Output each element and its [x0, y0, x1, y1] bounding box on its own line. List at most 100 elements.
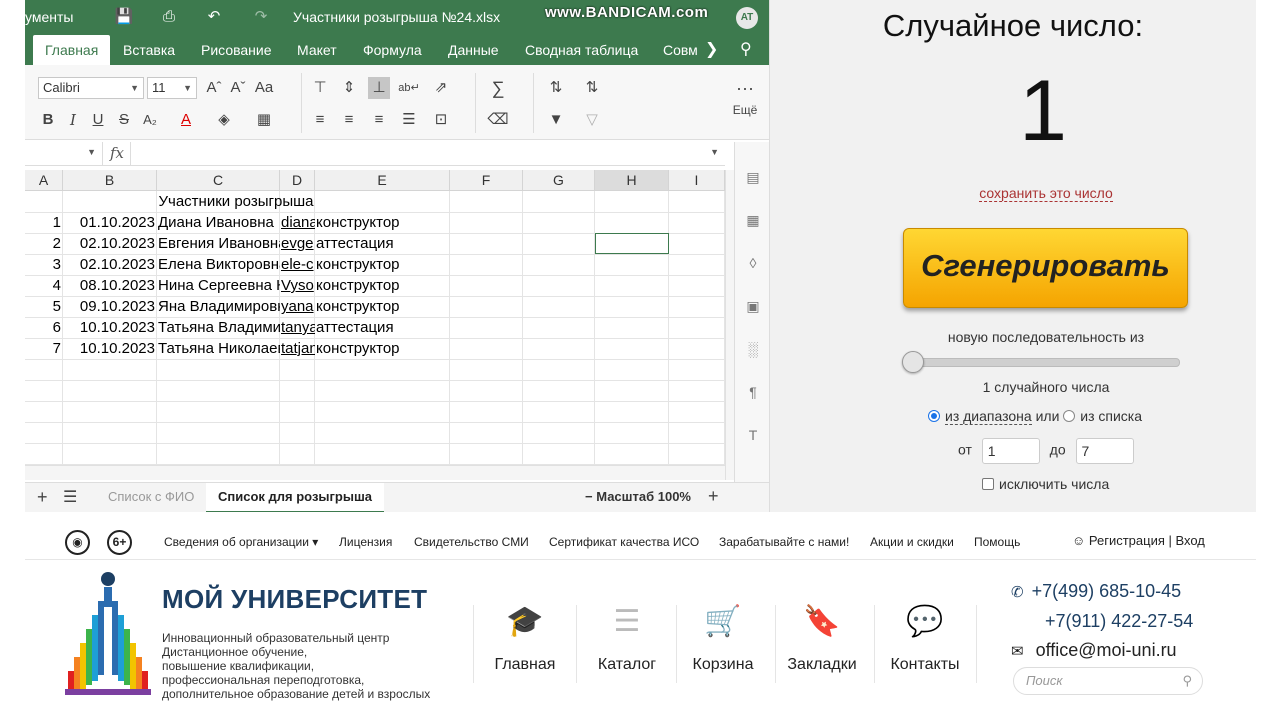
column-header[interactable]: A	[25, 170, 63, 191]
filter-icon[interactable]: ▼	[545, 109, 567, 131]
paragraph-icon[interactable]: ¶	[743, 382, 763, 402]
sum-icon[interactable]: ∑	[487, 77, 509, 99]
cell-name[interactable]: Татьяна Владимировна	[158, 318, 280, 338]
font-size-select[interactable]: 11 ▼	[147, 77, 197, 99]
exclude-label[interactable]: исключить числа	[999, 476, 1109, 492]
column-header[interactable]: D	[280, 170, 315, 191]
bold-icon[interactable]: B	[37, 109, 59, 131]
main-nav-contacts[interactable]: 💬 Контакты	[875, 601, 975, 674]
cell-login[interactable]: Vyso	[281, 276, 315, 296]
sort-ascending-icon[interactable]: ⇅	[545, 77, 567, 99]
cell-number[interactable]: 2	[26, 234, 63, 254]
tab-home[interactable]: Главная	[33, 35, 111, 65]
count-slider-track[interactable]	[905, 358, 1180, 367]
zoom-control[interactable]: − Масштаб 100%	[585, 489, 691, 504]
cell-date[interactable]: 10.10.2023	[64, 318, 157, 338]
table-settings-icon[interactable]: ▦	[743, 210, 763, 230]
wrap-text-icon[interactable]: ab↵	[398, 77, 420, 99]
cell-login[interactable]: diana	[281, 213, 315, 233]
from-input[interactable]: 1	[981, 438, 1040, 464]
align-top-icon[interactable]: ⊤	[309, 77, 331, 99]
cell-course[interactable]: аттестация	[316, 318, 450, 338]
horizontal-scrollbar[interactable]	[25, 465, 725, 480]
cell-course[interactable]: конструктор	[316, 297, 450, 317]
exclude-checkbox[interactable]	[982, 478, 994, 490]
nav-sales[interactable]: Акции и скидки	[870, 535, 954, 549]
column-header[interactable]: F	[450, 170, 523, 191]
merge-cells-icon[interactable]: ⊡	[430, 109, 452, 131]
site-search-input[interactable]: Поиск ⚲	[1013, 667, 1203, 695]
cell-name[interactable]: Елена Викторовна	[158, 255, 280, 275]
brand-title[interactable]: МОЙ УНИВЕРСИТЕТ	[162, 584, 427, 615]
cell-number[interactable]: 4	[26, 276, 63, 296]
cell-course[interactable]: аттестация	[316, 234, 450, 254]
chart-settings-icon[interactable]: ░	[743, 339, 763, 359]
cell-date[interactable]: 08.10.2023	[64, 276, 157, 296]
redo-icon[interactable]: ↷	[251, 7, 271, 27]
formula-input[interactable]: ▼	[130, 142, 725, 166]
phone-2[interactable]: +7(911) 422-27-54	[1011, 607, 1193, 636]
orientation-icon[interactable]: ⇗	[430, 77, 452, 99]
subscript-icon[interactable]: A₂	[139, 109, 161, 131]
justify-icon[interactable]: ☰	[398, 109, 420, 131]
cell-name[interactable]: Евгения Ивановна	[158, 234, 280, 254]
selected-cell[interactable]	[595, 233, 669, 254]
save-icon[interactable]: 💾	[114, 7, 134, 27]
documents-link[interactable]: ументы	[25, 9, 73, 25]
eye-icon[interactable]: ◉	[65, 530, 90, 555]
user-avatar[interactable]: AT	[736, 7, 758, 29]
align-left-icon[interactable]: ≡	[309, 109, 331, 131]
more-button[interactable]: ··· Ещё	[730, 79, 760, 117]
cell-course[interactable]: конструктор	[316, 213, 450, 233]
column-header[interactable]: G	[523, 170, 595, 191]
save-number-link[interactable]: сохранить это число	[979, 185, 1113, 202]
column-header[interactable]: H	[595, 170, 669, 191]
cell-date[interactable]: 02.10.2023	[64, 255, 157, 275]
cell-login[interactable]: tanya	[281, 318, 315, 338]
shape-settings-icon[interactable]: ◊	[743, 253, 763, 273]
search-icon[interactable]: ⚲	[728, 35, 764, 65]
main-nav-cart[interactable]: 🛒 Корзина	[673, 601, 773, 674]
cell-name[interactable]: Нина Сергеевна К	[158, 276, 280, 296]
print-icon[interactable]: ⎙	[159, 7, 179, 27]
tab-insert[interactable]: Вставка	[111, 35, 187, 65]
cell-date[interactable]: 10.10.2023	[64, 339, 157, 359]
fill-color-icon[interactable]: ◈	[213, 109, 235, 131]
name-box[interactable]: ▼	[25, 142, 103, 166]
cell-login[interactable]: ele-c	[281, 255, 315, 275]
sheet-tab-draw[interactable]: Список для розыгрыша	[206, 483, 385, 512]
change-case-icon[interactable]: Aa	[253, 77, 275, 99]
search-icon[interactable]: ⚲	[1182, 668, 1192, 694]
tab-layout[interactable]: Макет	[285, 35, 349, 65]
italic-icon[interactable]: I	[62, 109, 84, 131]
mode-range-label[interactable]: из диапазона	[945, 408, 1032, 425]
cell-login[interactable]: evge	[281, 234, 315, 254]
decrease-font-icon[interactable]: Aˇ	[227, 77, 249, 99]
mode-list-label[interactable]: из списка	[1080, 408, 1142, 424]
nav-about[interactable]: Сведения об организации ▾	[164, 535, 318, 549]
number-format-icon[interactable]: ⌫	[487, 109, 509, 131]
sheet-list-icon[interactable]: ☰	[63, 487, 77, 507]
increase-font-icon[interactable]: Aˆ	[203, 77, 225, 99]
count-slider-handle[interactable]	[902, 351, 924, 373]
undo-icon[interactable]: ↶	[204, 7, 224, 27]
clear-filter-icon[interactable]: ▽	[581, 109, 603, 131]
borders-icon[interactable]: ▦	[253, 109, 275, 131]
main-nav-catalog[interactable]: ☰ Каталог	[577, 601, 677, 674]
align-right-icon[interactable]: ≡	[368, 109, 390, 131]
cell-date[interactable]: 09.10.2023	[64, 297, 157, 317]
cell-number[interactable]: 3	[26, 255, 63, 275]
tab-data[interactable]: Данные	[436, 35, 511, 65]
cell-number[interactable]: 1	[26, 213, 63, 233]
nav-help[interactable]: Помощь	[974, 535, 1020, 549]
fx-icon[interactable]: fx	[110, 144, 124, 162]
email-link[interactable]: ✉ office@moi-uni.ru	[1011, 636, 1193, 666]
cell-number[interactable]: 6	[26, 318, 63, 338]
mode-list-radio[interactable]	[1063, 410, 1076, 422]
phone-1[interactable]: ✆ +7(499) 685-10-45	[1011, 577, 1193, 607]
cell-number[interactable]: 5	[26, 297, 63, 317]
zoom-in-icon[interactable]: +	[708, 486, 719, 507]
nav-iso-cert[interactable]: Сертификат качества ИСО	[549, 535, 699, 549]
column-header[interactable]: E	[315, 170, 450, 191]
image-settings-icon[interactable]: ▣	[743, 296, 763, 316]
